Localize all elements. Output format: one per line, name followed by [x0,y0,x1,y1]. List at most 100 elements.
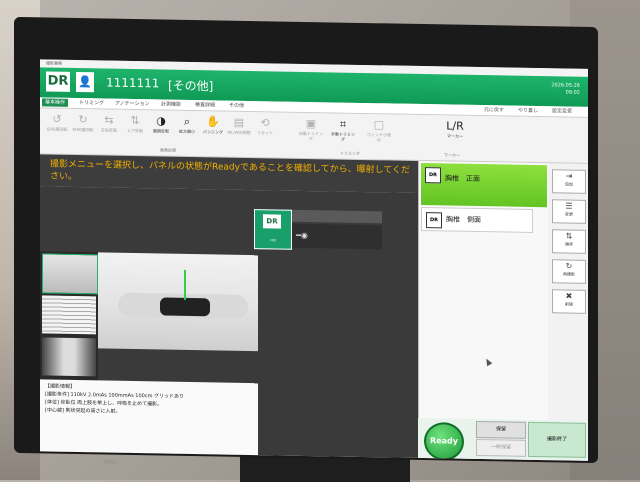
group-label-image-processing: 画像処理 [160,147,176,153]
tool-label: リセット [257,130,273,136]
button-label: 変更 [565,211,573,217]
dr-logo: DR [46,71,70,92]
flip-vertical-button[interactable]: ⇅ 上下反転 [122,114,148,133]
change-button[interactable]: ☰ 変更 [552,199,586,224]
tool-label: WL/WW調整 [227,129,251,136]
window-level-icon: ▤ [233,115,245,129]
monitor-brand-logo: EIZO [104,459,116,466]
thumbnail-positioning[interactable] [42,253,98,295]
reset-button[interactable]: ⟲ リセット [252,116,278,135]
zoom-button[interactable]: ⌕ 拡大縮小 [174,115,200,134]
thumbnail-xray[interactable] [42,337,96,377]
group-label-trimming: トリミング [340,150,360,156]
tab-exam-detail[interactable]: 検査詳細 [192,101,218,109]
invert-icon: ◑ [156,114,166,128]
rotate-left-button[interactable]: ↺ 左90度回転 [44,112,70,132]
hold-button[interactable]: 保留 [476,420,526,439]
tool-label: 階調反転 [153,128,169,134]
flip-horizontal-icon: ⇆ [104,113,114,127]
screen: 撮影業務 DR 👤 1111111 [その他] 2026.05.26 09:02… [40,59,588,461]
panel-selector[interactable]: DR FPD [254,209,292,250]
crop-icon: ⌗ [339,117,347,131]
window-view-button[interactable]: □ ウィンドウ表示 [366,118,392,142]
thumbnail-schematic[interactable] [42,295,96,335]
add-icon: ⇥ [565,171,573,181]
retake-icon: ↻ [565,261,573,271]
undo-button[interactable]: 元に戻す [484,106,504,113]
add-button[interactable]: ⇥ 追加 [552,169,586,194]
reset-icon: ⟲ [260,116,270,130]
window-icon: □ [373,118,385,132]
zoom-icon: ⌕ [183,114,191,128]
group-label-marker: マーカー [444,152,460,158]
rotate-right-button[interactable]: ↻ 右90度回転 [70,113,96,132]
rotate-right-icon: ↻ [78,113,88,127]
invert-button[interactable]: ◑ 階調反転 [148,114,174,133]
tool-label: ウィンドウ表示 [367,132,391,143]
protocol-label: 胸椎 側面 [446,215,481,225]
protocol-dr-icon: DR [425,167,441,184]
protocol-item-selected[interactable]: DR 胸椎 正面 [421,163,547,208]
panel-name: FPD [270,238,276,243]
side-button-column: ⇥ 追加 ☰ 変更 ⇅ 順序 ↻ 再撮影 ✖ 削除 [548,163,588,421]
time-label: 09:02 [565,89,580,96]
marker-icon: L/R [446,119,464,133]
auto-trim-icon: ▣ [305,116,317,131]
pan-button[interactable]: ✋ パンニング [200,115,226,134]
button-label: 追加 [565,181,573,187]
tool-label: 上下反転 [127,127,143,134]
datetime: 2026.05.26 09:02 [551,82,580,96]
reference-thumbnails [40,251,98,381]
window-title: 撮影業務 [46,60,62,66]
ready-indicator[interactable]: Ready [424,422,464,461]
tool-label: マーカー [447,133,463,139]
tool-label: 手動トリミング [331,131,355,142]
manual-trim-button[interactable]: ⌗ 手動トリミング [330,117,356,142]
protocol-item[interactable]: DR 胸椎 側面 [421,207,533,233]
auto-trim-button[interactable]: ▣ 自動トリミング [298,117,324,141]
end-exam-button[interactable]: 撮影終了 [528,421,586,458]
tab-other[interactable]: その他 [226,102,247,110]
order-icon: ⇅ [565,231,573,241]
exam-info-panel: 【撮影情報】 [撮影条件] 110kV 2.0mAs 100mmAs 100cm… [40,379,258,456]
protocol-list: DR 胸椎 正面 DR 胸椎 側面 [418,160,549,461]
plug-icon: ━◉ [296,230,308,241]
tab-basic[interactable]: 基本操作 [42,98,69,107]
monitor-bezel: EIZO 撮影業務 DR 👤 1111111 [その他] 2026.05.26 … [14,16,598,466]
settings-button[interactable]: 設定変更 [552,107,572,114]
flip-vertical-icon: ⇅ [130,113,140,128]
tool-label: 左右反転 [101,127,117,133]
button-label: 再撮影 [563,271,575,277]
button-label: 順序 [565,241,573,247]
order-button[interactable]: ⇅ 順序 [552,229,586,254]
tool-label: 拡大縮小 [179,128,195,135]
tab-annotation[interactable]: アノテーション [112,100,152,109]
positioning-photo [98,252,258,352]
tool-label: 自動トリミング [299,130,323,142]
delete-icon: ✖ [565,291,573,301]
edit-icon: ☰ [565,201,573,211]
retake-button[interactable]: ↻ 再撮影 [552,259,586,284]
temp-hold-button[interactable]: 一時保留 [476,438,526,457]
marker-button[interactable]: L/R マーカー [442,119,468,138]
panel-dr-icon: DR [263,214,281,229]
patient-clothing [160,297,210,317]
hand-icon: ✋ [206,115,220,129]
flip-horizontal-button[interactable]: ⇆ 左右反転 [96,113,122,132]
tab-measure[interactable]: 計測機能 [158,100,184,108]
central-ray-arrow [184,269,186,300]
patient-icon[interactable]: 👤 [76,71,94,93]
patient-category: [その他] [168,78,214,94]
rotate-left-icon: ↺ [52,112,62,126]
window-level-button[interactable]: ▤ WL/WW調整 [226,116,252,135]
tool-label: パンニング [202,129,224,135]
delete-button[interactable]: ✖ 削除 [552,289,586,314]
tool-label: 右90度回転 [72,126,94,133]
tab-trimming[interactable]: トリミング [76,99,107,108]
patient-id: 1111111 [106,75,160,91]
redo-button[interactable]: やり直し [518,107,538,114]
button-label: 削除 [565,301,573,307]
mouse-cursor [483,357,493,367]
image-workspace: DR FPD ━◉ 【撮影情報】 [撮影条件] 110kV 2.0mAs 100… [40,186,418,458]
tool-label: 左90度回転 [46,126,68,132]
